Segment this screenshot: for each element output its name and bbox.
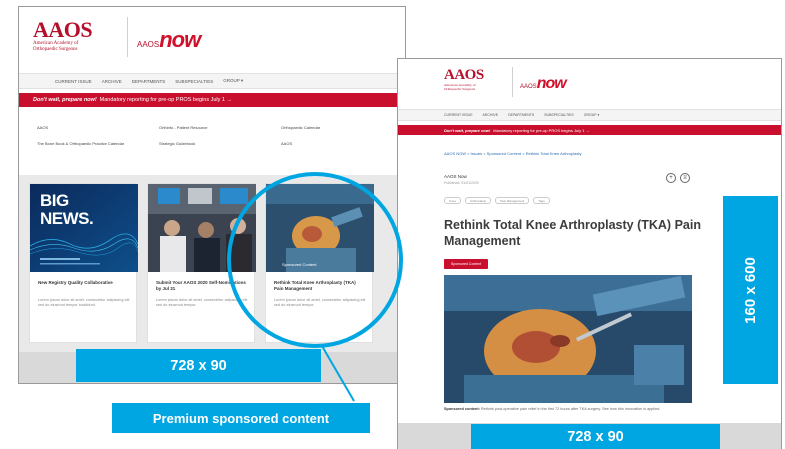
- premium-sponsored-label: Premium sponsored content: [112, 403, 370, 433]
- highlight-circle: [227, 172, 403, 348]
- callout-graphics: [227, 172, 403, 402]
- callout-line: [321, 345, 355, 402]
